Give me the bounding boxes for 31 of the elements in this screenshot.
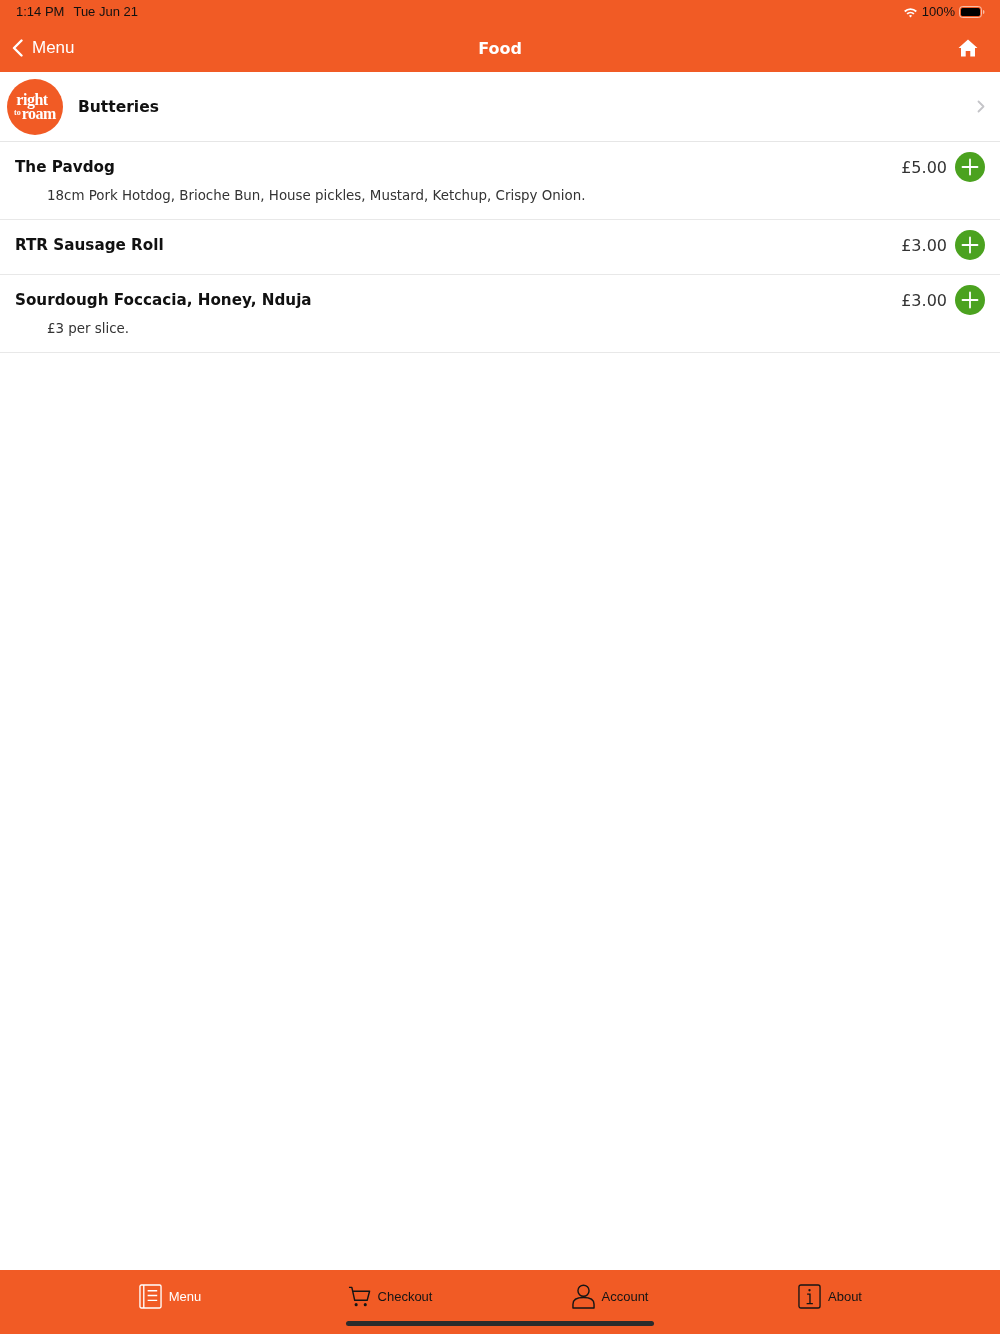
status-time: 1:14 PM [16, 4, 65, 20]
info-icon [798, 1283, 821, 1309]
item-price: £3.00 [901, 290, 947, 310]
tab-button[interactable]: About [798, 1283, 862, 1309]
item-description: 18cm Pork Hotdog, Brioche Bun, House pickles, Mustard, Ketchup, Crispy Onion. [47, 187, 587, 205]
category-name: Butteries [78, 97, 160, 116]
wifi-icon [902, 6, 918, 18]
logo-text: to [14, 109, 21, 118]
status-date: Tue Jun 21 [73, 4, 138, 20]
page-title: Food [478, 38, 522, 58]
tab-button[interactable]: Checkout [347, 1283, 433, 1309]
back-button[interactable]: Menu [12, 38, 75, 58]
chevron-right-icon [977, 100, 985, 113]
item-price: £5.00 [901, 157, 947, 177]
add-icon[interactable] [955, 230, 985, 260]
chevron-left-icon [12, 39, 23, 57]
add-icon[interactable] [955, 285, 985, 315]
home-icon[interactable] [958, 39, 978, 57]
item-description: £3 per slice. [47, 320, 131, 338]
battery-icon [959, 6, 985, 18]
tab-button[interactable]: Account [571, 1283, 649, 1309]
battery-percent: 100% [921, 4, 955, 20]
tab-button[interactable]: Menu [138, 1283, 202, 1309]
add-icon[interactable] [955, 152, 985, 182]
person-icon [571, 1283, 595, 1309]
item-name: Sourdough Foccacia, Honey, Nduja [15, 291, 313, 309]
item-name: RTR Sausage Roll [15, 236, 165, 254]
item-price: £3.00 [901, 235, 947, 255]
item-name: The Pavdog [15, 158, 116, 176]
book-icon [138, 1283, 162, 1309]
logo-text: right [16, 92, 48, 107]
